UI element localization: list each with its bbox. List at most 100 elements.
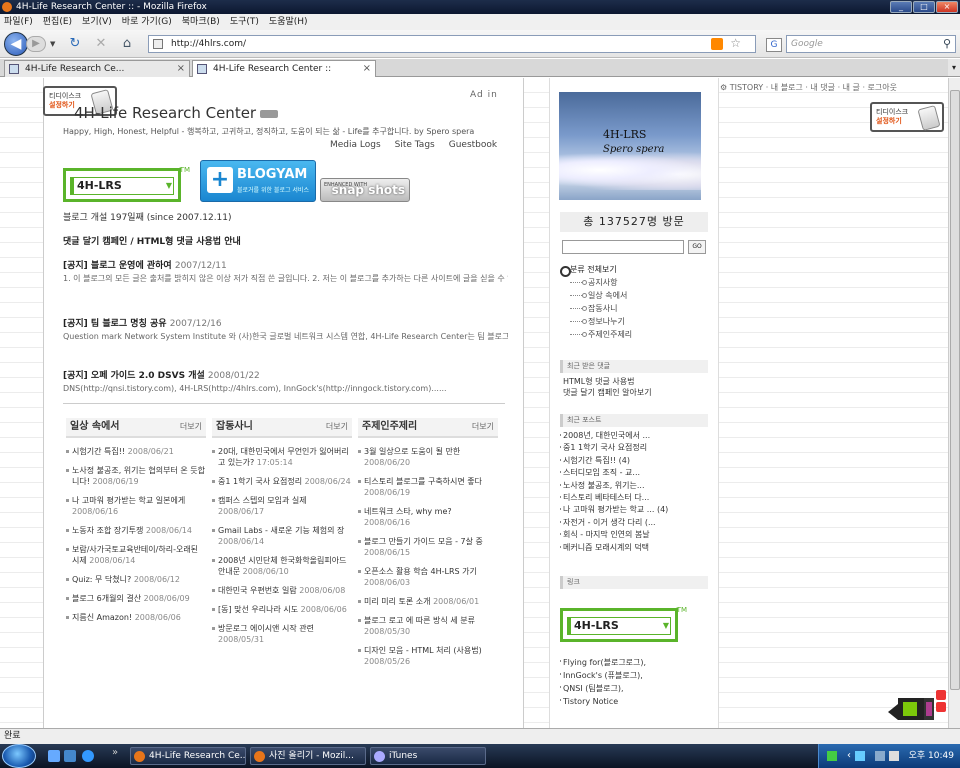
ad-link[interactable]: Ad in: [470, 90, 498, 100]
td-settings-widget-right[interactable]: 티디이스크 설정하기: [870, 102, 944, 132]
bookmark-star-icon[interactable]: ☆: [730, 35, 741, 51]
home-icon[interactable]: ⌂: [118, 35, 136, 53]
4hlrs-logo-widget-sidebar[interactable]: 4H-LRS ▼ TM: [560, 606, 687, 642]
snapshots-badge[interactable]: ENHANCED WITH snap shots: [320, 178, 410, 202]
list-item[interactable]: InnGock's (퓨블로그),: [560, 669, 710, 682]
list-item[interactable]: 회식 - 마지막 인연의 봄날: [560, 529, 710, 541]
media-logs-link[interactable]: Media Logs: [330, 140, 381, 150]
list-item[interactable]: 캠퍼스 스텝의 모임과 실제 2008/06/17: [212, 495, 352, 517]
forward-button[interactable]: ▶: [26, 36, 46, 52]
list-item[interactable]: 디자인 모음 - HTML 처리 (사용법) 2008/05/26: [358, 645, 498, 667]
list-item[interactable]: 오픈소스 활용 학습 4H-LRS 가기 2008/06/03: [358, 566, 498, 588]
tab-close-icon[interactable]: ×: [363, 61, 371, 77]
menu-view[interactable]: 보기(V): [82, 14, 112, 30]
list-item[interactable]: Quiz: 무 닥쳤니? 2008/06/12: [66, 574, 206, 585]
sidebar-search-button[interactable]: GO: [688, 240, 706, 254]
list-item[interactable]: 노동자 조합 장기투쟁 2008/06/14: [66, 525, 206, 536]
vertical-scrollbar[interactable]: [948, 78, 960, 728]
list-item[interactable]: 중1 1학기 국사 요점정리: [560, 442, 710, 454]
list-item[interactable]: 중1 1학기 국사 요점정리 2008/06/24: [212, 476, 352, 487]
menu-edit[interactable]: 편집(E): [43, 14, 72, 30]
more-link[interactable]: 더보기: [472, 418, 494, 436]
maximize-button[interactable]: □: [913, 1, 935, 13]
quicklaunch-more-icon[interactable]: »: [112, 747, 122, 759]
notice-heading[interactable]: 댓글 달기 캠페인 / HTML형 댓글 사용법 안내: [63, 234, 241, 247]
rss-badge-icon[interactable]: [260, 109, 279, 118]
4hlrs-logo-widget[interactable]: 4H-LRS ▼ TM: [63, 166, 190, 202]
list-item[interactable]: 나 고마워 평가받는 학교 ... (4): [560, 504, 710, 516]
category-item[interactable]: 공지사항: [560, 276, 708, 289]
list-item[interactable]: 보람/사가국토교육반테이/하리-오래된 시제 2008/06/14: [66, 544, 206, 566]
menu-go[interactable]: 바로 가기(G): [122, 14, 172, 30]
network-status-icon[interactable]: [875, 751, 885, 761]
list-item[interactable]: Flying for(블로그로그),: [560, 656, 710, 669]
ie-icon[interactable]: [82, 750, 94, 762]
list-item[interactable]: 미리 미리 토론 소개 2008/06/01: [358, 596, 498, 607]
list-item[interactable]: 대한민국 우편번호 일람 2008/06/08: [212, 585, 352, 596]
more-link[interactable]: 더보기: [326, 418, 348, 436]
guestbook-link[interactable]: Guestbook: [449, 140, 497, 150]
category-item[interactable]: 정보나누기: [560, 315, 708, 328]
search-engine-icon[interactable]: G: [766, 38, 782, 52]
show-desktop-icon[interactable]: [48, 750, 60, 762]
taskbar-button-2[interactable]: 사진 올리기 - Mozil...: [250, 747, 366, 765]
post-title[interactable]: [공지] 팀 블로그 명칭 공유 2007/12/16: [63, 316, 508, 329]
list-item[interactable]: Tistory Notice: [560, 695, 710, 708]
column-header[interactable]: 주제인주제리 더보기: [358, 418, 498, 438]
search-icon[interactable]: ⚲: [943, 36, 951, 52]
list-item[interactable]: 나 고마워 평가받는 학교 일본에게 2008/06/16: [66, 495, 206, 517]
more-link[interactable]: 더보기: [180, 418, 202, 436]
minimize-button[interactable]: _: [890, 1, 912, 13]
tray-app-icon[interactable]: [855, 751, 865, 761]
list-item[interactable]: 방문로그 에이시앤 시작 관련 2008/05/31: [212, 623, 352, 645]
list-item[interactable]: 3월 일상으로 도움이 될 만한 2008/06/20: [358, 446, 498, 468]
list-item[interactable]: 시험기간 특집!! 2008/06/21: [66, 446, 206, 457]
tray-expand-icon[interactable]: ‹: [841, 744, 851, 761]
history-dropdown-icon[interactable]: ▼: [50, 40, 55, 48]
menu-bookmarks[interactable]: 북마크(B): [182, 14, 220, 30]
list-item[interactable]: 스터디모임 조직 - 교...: [560, 467, 710, 479]
menu-help[interactable]: 도움말(H): [269, 14, 308, 30]
back-button[interactable]: ◀: [4, 32, 28, 56]
list-item[interactable]: QNSI (팀블로그),: [560, 682, 710, 695]
category-item[interactable]: 잡동사니: [560, 302, 708, 315]
list-item[interactable]: 블로그 6개월의 결산 2008/06/09: [66, 593, 206, 604]
network-icon[interactable]: [827, 751, 837, 761]
tab-1[interactable]: 4H-Life Research Ce... ×: [4, 60, 190, 77]
list-item[interactable]: 20대, 대한민국에서 무언인가 잃어버리고 있는가? 17:05:14: [212, 446, 352, 468]
list-item[interactable]: 노사정 불공조, 위기는...: [560, 480, 710, 492]
list-item[interactable]: 노사정 불공조, 위기는 협의부터 온 듯합니다! 2008/06/19: [66, 465, 206, 487]
sidebar-search-input[interactable]: [562, 240, 684, 254]
pencil-widget-icon[interactable]: [886, 690, 948, 720]
clock[interactable]: 오후 10:49: [909, 751, 954, 761]
list-item[interactable]: 지름신 Amazon! 2008/06/06: [66, 612, 206, 623]
tab-list-icon[interactable]: ▾: [948, 59, 960, 76]
list-item[interactable]: 티스토리 블로그를 구축하시면 좋다 2008/06/19: [358, 476, 498, 498]
menu-tools[interactable]: 도구(T): [230, 14, 259, 30]
close-button[interactable]: ×: [936, 1, 958, 13]
post-title[interactable]: [공지] 오페 가이드 2.0 DSVS 개설 2008/01/22: [63, 368, 508, 381]
switch-windows-icon[interactable]: [64, 750, 76, 762]
list-item[interactable]: 2008년 시민단체 한국화학올림피아드 안내문 2008/06/10: [212, 555, 352, 577]
column-header[interactable]: 잡동사니 더보기: [212, 418, 352, 438]
site-tags-link[interactable]: Site Tags: [395, 140, 435, 150]
tab-close-icon[interactable]: ×: [177, 61, 185, 77]
tistory-bar-text[interactable]: TISTORY · 내 블로그 · 내 댓글 · 내 글 · 로그아웃: [730, 83, 897, 92]
url-bar[interactable]: http://4hlrs.com/ ☆: [148, 35, 756, 53]
rss-icon[interactable]: [711, 38, 723, 50]
tistory-bar[interactable]: ⚙ TISTORY · 내 블로그 · 내 댓글 · 내 글 · 로그아웃: [720, 82, 897, 93]
stop-icon[interactable]: ✕: [92, 35, 110, 53]
list-item[interactable]: 댓글 달기 캠페인 알아보기: [560, 387, 710, 398]
blog-title[interactable]: 4H-Life Research Center: [74, 104, 279, 122]
blogyam-banner[interactable]: + BLOGYAM 블로거를 위한 블로그 서비스: [200, 160, 316, 202]
category-root[interactable]: 분류 전체보기: [560, 264, 708, 277]
category-item[interactable]: 주제인주제리: [560, 328, 708, 341]
list-item[interactable]: 네트워크 스타, why me? 2008/06/16: [358, 506, 498, 528]
list-item[interactable]: Gmail Labs - 새로운 기능 체험의 장 2008/06/14: [212, 525, 352, 547]
list-item[interactable]: [동] 맞선 우리나라 시도 2008/06/06: [212, 604, 352, 615]
taskbar-button-3[interactable]: iTunes: [370, 747, 486, 765]
search-input[interactable]: Google ⚲: [786, 35, 956, 53]
list-item[interactable]: 티스토리 베타테스터 다...: [560, 492, 710, 504]
column-header[interactable]: 일상 속에서 더보기: [66, 418, 206, 438]
start-button[interactable]: [2, 744, 36, 768]
